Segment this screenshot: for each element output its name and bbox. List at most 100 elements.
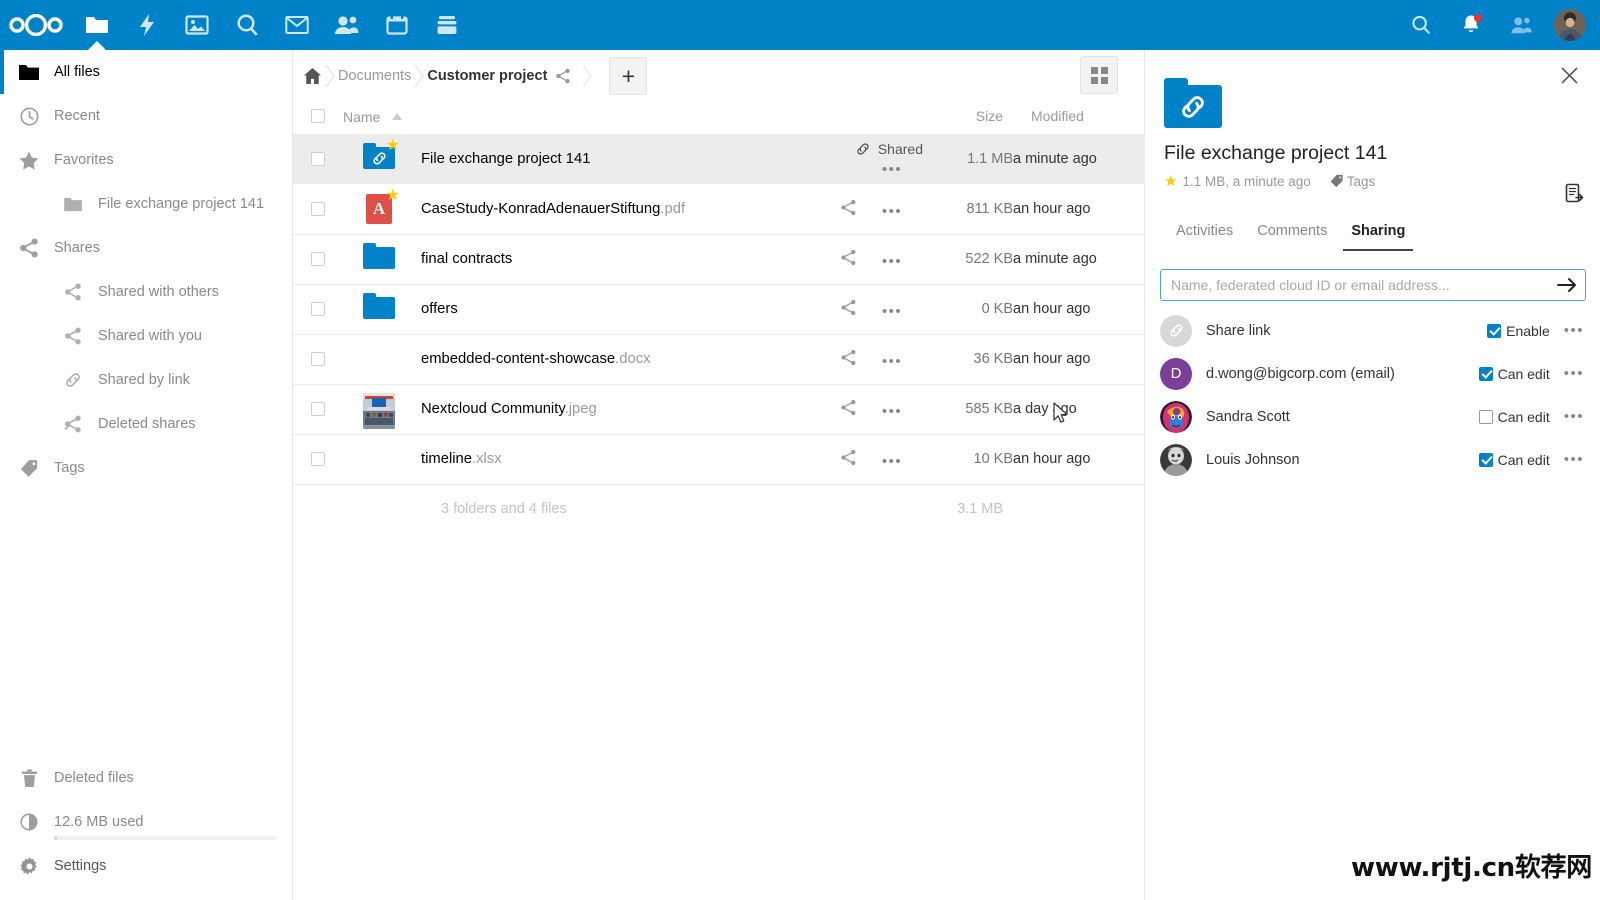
tab-sharing[interactable]: Sharing [1339,223,1417,251]
row-name-cell[interactable]: embedded-content-showcase.docx [343,334,813,384]
share-permission-checkbox[interactable] [1478,452,1493,467]
tab-activities[interactable]: Activities [1164,223,1245,251]
new-file-button[interactable]: + [609,57,648,95]
share-button[interactable] [840,249,861,270]
row-menu-button[interactable]: ••• [861,203,923,220]
share-row-email[interactable]: D d.wong@bigcorp.com (email) Can edit ••… [1146,352,1600,395]
sidebar-item-deleted-shares[interactable]: Deleted shares [0,402,292,446]
share-menu-button[interactable]: ••• [1564,451,1584,468]
favorite-star-icon[interactable]: ★ [1164,172,1177,190]
files-app[interactable] [72,0,122,50]
row-name-cell[interactable]: timeline.xlsx [343,434,813,484]
nextcloud-logo[interactable] [0,0,72,50]
row-checkbox-cell[interactable] [293,384,343,434]
sidebar-item-shared-with-others[interactable]: Shared with others [0,270,292,314]
tab-comments[interactable]: Comments [1245,223,1339,251]
column-header-size[interactable]: Size [923,98,1013,134]
notifications-bell-icon[interactable] [1446,0,1496,50]
column-header-name[interactable]: Name [343,98,813,134]
sidebar-item-settings[interactable]: Settings [0,844,293,888]
row-checkbox-cell[interactable] [293,234,343,284]
row-checkbox[interactable] [311,252,325,266]
share-status-button[interactable]: Shared [855,141,923,157]
row-checkbox[interactable] [311,302,325,316]
row-checkbox-cell[interactable] [293,184,343,234]
row-checkbox[interactable] [311,452,325,466]
details-tags-button[interactable]: Tags [1330,174,1375,189]
sidebar-item-file-exchange-project-141[interactable]: File exchange project 141 [0,182,292,226]
row-menu-button[interactable]: ••• [861,303,923,320]
row-checkbox-cell[interactable] [293,284,343,334]
select-all-header[interactable] [293,98,343,134]
share-button[interactable] [840,399,861,420]
table-row[interactable]: A ★ CaseStudy-KonradAdenauerStiftung.pdf… [293,184,1145,234]
sidebar-item-shared-with-you[interactable]: Shared with you [0,314,292,358]
table-row[interactable]: Nextcloud Community.jpeg ••• 585 KB a da… [293,384,1145,434]
deck-app[interactable] [422,0,472,50]
share-row-link[interactable]: Share link Enable ••• [1146,309,1600,352]
row-checkbox[interactable] [311,202,325,216]
row-menu-button[interactable]: ••• [861,453,923,470]
activity-app[interactable] [122,0,172,50]
share-input-wrapper[interactable] [1160,269,1586,301]
row-checkbox-cell[interactable] [293,434,343,484]
share-row-sandra-scott[interactable]: Sandra Scott Can edit ••• [1146,395,1600,438]
share-button[interactable] [840,199,857,220]
row-menu-button[interactable]: ••• [861,253,923,270]
row-menu-button[interactable]: ••• [861,403,923,420]
share-menu-button[interactable]: ••• [1564,408,1584,425]
row-checkbox-cell[interactable] [293,334,343,384]
share-permission-toggle[interactable]: Can edit [1478,366,1550,382]
breadcrumb-documents[interactable]: Documents [338,68,411,84]
share-button[interactable] [840,299,861,320]
favorite-star-icon[interactable]: ★ [386,138,400,154]
contacts-app[interactable] [322,0,372,50]
table-row[interactable]: ★ File exchange project 141 Shared ••• 1… [293,134,1145,184]
row-menu-button[interactable]: ••• [861,353,923,370]
share-permission-toggle[interactable]: Enable [1487,323,1550,339]
photos-app[interactable] [172,0,222,50]
row-name-cell[interactable]: offers [343,284,813,334]
sidebar-item-tags[interactable]: Tags [0,446,292,490]
share-recipient-input[interactable] [1171,277,1551,293]
sidebar-item-all-files[interactable]: All files [0,50,292,94]
table-row[interactable]: timeline.xlsx ••• 10 KB an hour ago [293,434,1145,484]
row-checkbox[interactable] [311,352,325,366]
select-all-checkbox[interactable] [311,108,325,123]
share-permission-checkbox[interactable] [1487,323,1502,338]
calendar-app[interactable] [372,0,422,50]
breadcrumb-share-icon[interactable] [555,68,571,84]
mail-app[interactable] [272,0,322,50]
table-row[interactable]: offers ••• 0 KB an hour ago [293,284,1145,334]
row-checkbox[interactable] [311,402,325,416]
search-app[interactable] [222,0,272,50]
copy-direct-link-icon[interactable] [1564,183,1584,210]
row-name-cell[interactable]: Nextcloud Community.jpeg [343,384,813,434]
arrow-right-icon[interactable] [1551,277,1577,293]
row-checkbox-cell[interactable] [293,134,343,184]
share-permission-toggle[interactable]: Can edit [1478,409,1550,425]
sidebar-item-shares[interactable]: Shares [0,226,292,270]
row-name-cell[interactable]: final contracts [343,234,813,284]
share-permission-toggle[interactable]: Can edit [1478,452,1550,468]
contacts-menu-icon[interactable] [1496,0,1546,50]
sidebar-item-favorites[interactable]: Favorites [0,138,292,182]
share-button[interactable] [840,349,861,370]
close-icon[interactable] [1556,62,1582,88]
sidebar-item-deleted-files[interactable]: Deleted files [0,756,293,800]
breadcrumb-home[interactable] [303,67,322,85]
row-checkbox[interactable] [311,152,325,166]
share-button[interactable] [840,449,861,470]
user-avatar[interactable] [1554,9,1586,41]
share-menu-button[interactable]: ••• [1564,365,1584,382]
row-name-cell[interactable]: ★ File exchange project 141 [343,134,813,184]
search-icon[interactable] [1396,0,1446,50]
row-name-cell[interactable]: A ★ CaseStudy-KonradAdenauerStiftung.pdf [343,184,813,234]
table-row[interactable]: embedded-content-showcase.docx ••• 36 KB… [293,334,1145,384]
table-row[interactable]: final contracts ••• 522 KB a minute ago [293,234,1145,284]
share-row-louis-johnson[interactable]: Louis Johnson Can edit ••• [1146,438,1600,481]
grid-view-icon[interactable] [1080,56,1118,94]
sidebar-item-quota[interactable]: 12.6 MB used [0,800,293,844]
row-menu-button[interactable]: ••• [861,161,923,178]
sidebar-item-shared-by-link[interactable]: Shared by link [0,358,292,402]
